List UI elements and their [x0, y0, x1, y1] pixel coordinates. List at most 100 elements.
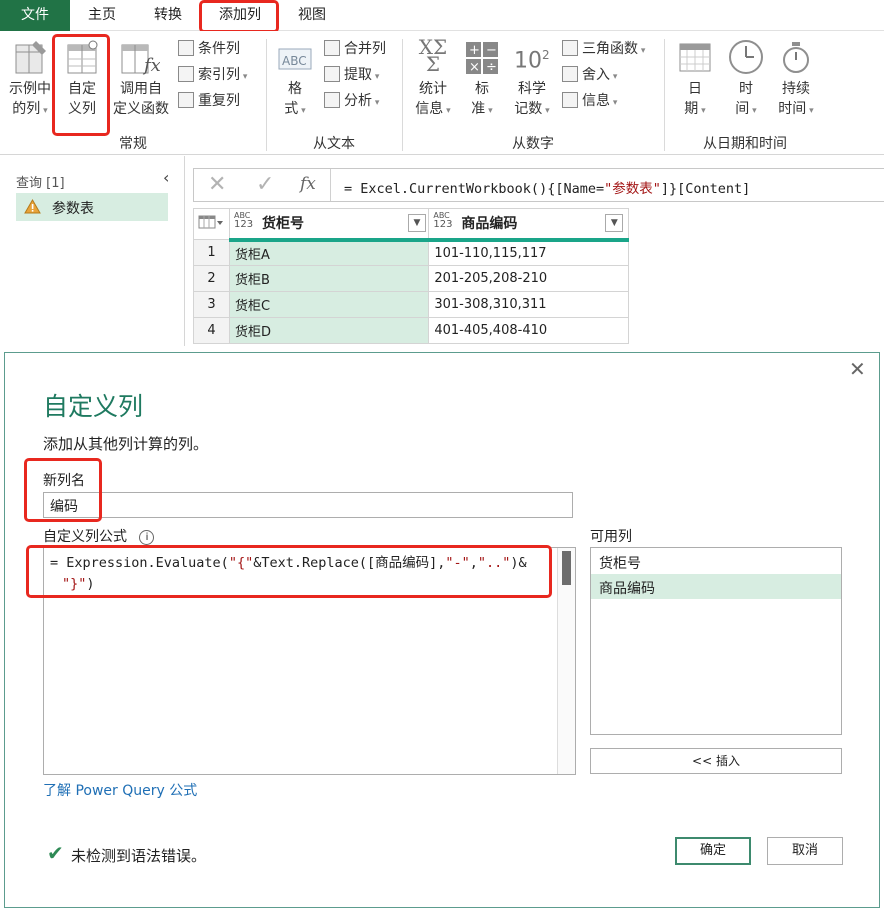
time-button[interactable]: 时 间 ▾	[722, 39, 770, 131]
conditional-column-button[interactable]: 条件列	[178, 38, 240, 60]
information-icon	[562, 92, 578, 108]
type-badge-123: 123	[433, 219, 453, 230]
scientific-label-1: 科学	[518, 81, 546, 97]
invoke-function-label-1: 调用自	[120, 81, 162, 97]
svg-text:÷: ÷	[486, 60, 497, 75]
scientific-button[interactable]: 102 科学 记数 ▾	[506, 39, 558, 131]
extract-button[interactable]: 提取 ▾	[324, 64, 379, 86]
information-label: 信息	[582, 93, 610, 109]
svg-text:ABC: ABC	[282, 54, 307, 68]
table-cell[interactable]: 货柜D	[228, 317, 430, 344]
rounding-icon	[562, 66, 578, 82]
available-column-item-selected[interactable]: 商品编码	[591, 574, 841, 599]
scientific-icon: 102	[514, 48, 550, 74]
table-row[interactable]: 1 货柜A 101-110,115,117	[193, 239, 629, 266]
table-cell[interactable]: 货柜A	[228, 239, 430, 266]
group-from-datetime-label: 从日期和时间	[703, 136, 787, 152]
merge-columns-button[interactable]: 合并列	[324, 38, 386, 60]
table-cell[interactable]: 301-308,310,311	[428, 291, 629, 318]
queries-title: 查询 [1]	[16, 176, 65, 191]
cancel-formula-icon[interactable]: ✕	[208, 172, 226, 197]
standard-operations-icon: + − × ÷	[466, 42, 498, 75]
index-column-icon	[178, 66, 194, 82]
format-icon: ABC	[278, 48, 312, 70]
table-menu-button[interactable]	[193, 208, 230, 240]
clock-icon	[729, 40, 763, 74]
formula-text-suffix: ]}[Content]	[660, 181, 751, 197]
filter-dropdown-icon[interactable]: ▼	[605, 214, 624, 232]
table-cell[interactable]: 货柜C	[228, 291, 430, 318]
chevron-down-icon: ▾	[698, 106, 706, 116]
fx-icon[interactable]: fx	[300, 174, 316, 194]
insert-button[interactable]: << 插入	[590, 748, 842, 774]
custom-formula-label: 自定义列公式 i	[43, 526, 155, 546]
table-row[interactable]: 4 货柜D 401-405,408-410	[193, 317, 629, 344]
stopwatch-icon	[783, 42, 809, 73]
tab-transform[interactable]: 转换	[146, 0, 190, 31]
ok-button[interactable]: 确定	[675, 837, 751, 865]
tab-home[interactable]: 主页	[80, 0, 124, 31]
svg-text:×: ×	[469, 60, 480, 75]
statistics-icon: XΣ Σ	[418, 35, 448, 76]
time-label-2: 间	[735, 101, 750, 117]
standard-label-2: 准	[471, 101, 486, 117]
confirm-formula-icon[interactable]: ✓	[256, 172, 274, 197]
index-column-button[interactable]: 索引列 ▾	[178, 64, 247, 86]
table-cell[interactable]: 401-405,408-410	[428, 317, 629, 344]
warning-icon	[24, 199, 41, 214]
duplicate-column-icon	[178, 92, 194, 108]
table-cell[interactable]: 101-110,115,117	[428, 239, 629, 266]
info-icon[interactable]: i	[139, 530, 155, 545]
column-header-container[interactable]: ABC 123 货柜号 ▼	[228, 208, 430, 242]
column-header-container[interactable]: ABC 123 商品编码 ▼	[428, 208, 629, 242]
statistics-button[interactable]: XΣ Σ 统计 信息 ▾	[408, 35, 458, 131]
information-button[interactable]: 信息 ▾	[562, 90, 617, 112]
formula-text-prefix: = Excel.CurrentWorkbook(){[Name=	[344, 181, 605, 197]
ribbon-separator	[664, 39, 665, 151]
tab-view[interactable]: 视图	[290, 0, 334, 31]
chevron-down-icon: ▾	[542, 106, 550, 116]
example-column-button[interactable]: 示例中 的列 ▾	[4, 39, 56, 131]
new-column-name-input[interactable]: 编码	[43, 492, 573, 518]
filter-dropdown-icon[interactable]: ▼	[407, 214, 426, 232]
group-general-label: 常规	[119, 136, 147, 152]
collapse-chevron-icon[interactable]: ‹	[163, 168, 169, 187]
syntax-status: 未检测到语法错误。	[71, 847, 207, 865]
trigonometry-button[interactable]: 三角函数 ▾	[562, 38, 645, 60]
chevron-down-icon: ▾	[372, 72, 380, 82]
chevron-down-icon: ▾	[610, 72, 618, 82]
duplicate-column-button[interactable]: 重复列	[178, 90, 240, 112]
custom-column-dialog: ✕ 自定义列 添加从其他列计算的列。 新列名 编码 自定义列公式 i = Exp…	[4, 352, 880, 908]
date-button[interactable]: 日 期 ▾	[670, 39, 720, 131]
available-columns-list: 货柜号 商品编码	[590, 547, 842, 735]
format-button[interactable]: ABC 格 式 ▾	[272, 39, 318, 131]
format-label-2: 式	[284, 101, 299, 117]
scrollbar-thumb[interactable]	[562, 551, 571, 585]
table-row[interactable]: 3 货柜C 301-308,310,311	[193, 291, 629, 318]
parse-button[interactable]: 分析 ▾	[324, 90, 379, 112]
row-number: 4	[193, 317, 230, 344]
table-row[interactable]: 2 货柜B 201-205,208-210	[193, 265, 629, 292]
table-icon	[198, 215, 224, 229]
merge-columns-icon	[324, 40, 340, 56]
table-cell[interactable]: 201-205,208-210	[428, 265, 629, 292]
formula-input[interactable]: = Excel.CurrentWorkbook(){[Name="参数表"]}[…	[344, 177, 750, 197]
standard-button[interactable]: + − × ÷ 标 准 ▾	[462, 39, 502, 131]
rounding-button[interactable]: 舍入 ▾	[562, 64, 617, 86]
close-icon[interactable]: ✕	[849, 357, 866, 381]
rounding-label: 舍入	[582, 67, 610, 83]
duration-button[interactable]: 持续 时间 ▾	[772, 39, 820, 131]
queries-pane: 查询 [1] ‹ 参数表	[0, 156, 185, 346]
query-item-parameter-table[interactable]: 参数表	[16, 193, 168, 221]
tab-file[interactable]: 文件	[0, 0, 70, 31]
editor-scrollbar[interactable]	[557, 548, 575, 774]
table-cell[interactable]: 货柜B	[228, 265, 430, 292]
available-columns-label: 可用列	[590, 529, 632, 545]
invoke-function-label-2: 定义函数	[113, 101, 169, 117]
learn-formula-link[interactable]: 了解 Power Query 公式	[43, 780, 197, 800]
extract-icon	[324, 66, 340, 82]
group-from-number-label: 从数字	[512, 136, 554, 152]
cancel-button[interactable]: 取消	[767, 837, 843, 865]
invoke-custom-function-button[interactable]: fx 调用自 定义函数	[108, 39, 174, 131]
available-column-item[interactable]: 货柜号	[591, 549, 841, 574]
